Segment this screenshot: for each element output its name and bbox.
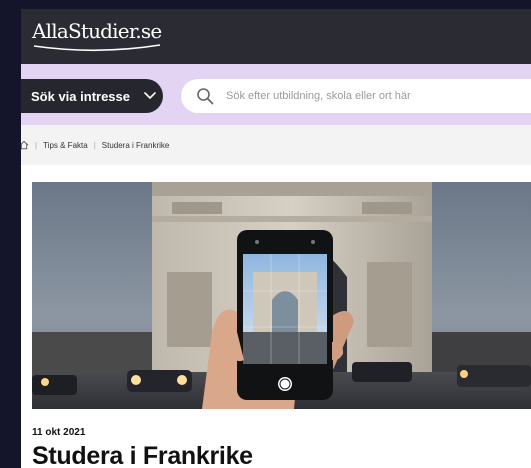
search-input[interactable]: [226, 90, 506, 102]
browser-viewport: AllaStudier.se Sök via intresse | Tips &…: [21, 9, 531, 468]
article-title: Studera i Frankrike: [32, 442, 253, 468]
search-box[interactable]: [181, 79, 531, 113]
search-icon[interactable]: [196, 87, 214, 105]
logo-swoosh-icon: [33, 44, 161, 52]
site-logo[interactable]: AllaStudier.se: [32, 19, 162, 43]
hero-image: [32, 182, 531, 409]
site-header: AllaStudier.se: [21, 9, 531, 64]
article-date: 11 okt 2021: [32, 427, 86, 438]
breadcrumb-item-tips-fakta[interactable]: Tips & Fakta: [43, 141, 88, 150]
search-by-interest-button[interactable]: Sök via intresse: [21, 79, 163, 113]
search-band: Sök via intresse: [21, 64, 531, 125]
breadcrumb: | Tips & Fakta | Studera i Frankrike: [21, 125, 531, 165]
smartphone: [237, 230, 333, 400]
chevron-down-icon: [144, 92, 156, 100]
breadcrumb-item-current: Studera i Frankrike: [101, 140, 170, 150]
search-by-interest-label: Sök via intresse: [31, 88, 130, 104]
home-icon[interactable]: [21, 140, 29, 150]
